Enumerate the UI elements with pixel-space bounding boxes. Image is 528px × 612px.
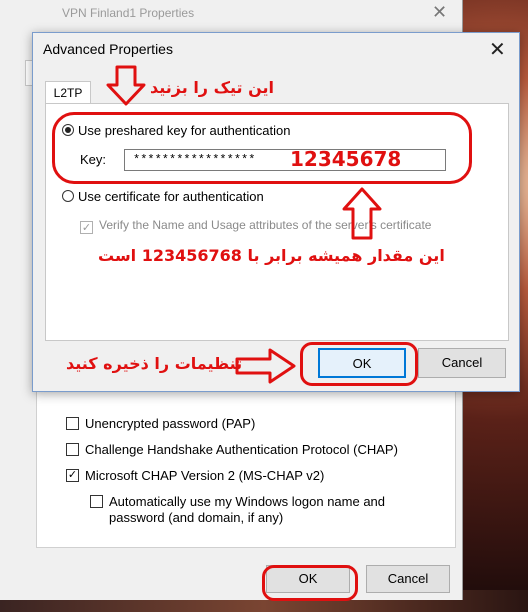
right-arrow-icon [235, 348, 296, 384]
chap-checkbox-row[interactable]: Challenge Handshake Authentication Proto… [66, 442, 398, 457]
auto-logon-checkbox[interactable] [90, 495, 103, 508]
back-ok-highlight [262, 565, 358, 601]
mschap-label: Microsoft CHAP Version 2 (MS-CHAP v2) [85, 468, 325, 483]
cancel-button[interactable]: Cancel [418, 348, 506, 378]
tick-instruction: این تیک را بزنید [150, 78, 274, 97]
ok-highlight [300, 342, 418, 386]
tab-l2tp[interactable]: L2TP [45, 81, 91, 104]
pap-checkbox-row[interactable]: Unencrypted password (PAP) [66, 416, 255, 431]
cert-radio-label: Use certificate for authentication [78, 189, 264, 204]
up-arrow-icon [342, 187, 382, 240]
pap-checkbox[interactable] [66, 417, 79, 430]
auto-logon-checkbox-row[interactable]: Automatically use my Windows logon name … [90, 494, 385, 526]
back-cancel-button[interactable]: Cancel [366, 565, 450, 593]
auto-logon-label-line2: password (and domain, if any) [109, 510, 284, 525]
psk-highlight [52, 112, 472, 184]
advanced-properties-title: Advanced Properties [43, 41, 173, 57]
pap-label: Unencrypted password (PAP) [85, 416, 256, 431]
verify-checkbox: ✓ [80, 221, 93, 234]
chap-label: Challenge Handshake Authentication Proto… [85, 442, 398, 457]
auto-logon-label-line1: Automatically use my Windows logon name … [109, 494, 386, 509]
mschap-checkbox[interactable]: ✓ [66, 469, 79, 482]
vpn-properties-title: VPN Finland1 Properties [62, 6, 195, 20]
value-note: این مقدار همیشه برابر با 123456768 است [98, 246, 445, 265]
save-instruction: تنظیمات را ذخیره کنید [66, 354, 243, 373]
cert-radio[interactable] [62, 190, 74, 202]
cert-radio-row[interactable]: Use certificate for authentication [62, 189, 264, 204]
close-icon[interactable]: ✕ [432, 2, 447, 23]
down-arrow-icon [106, 65, 146, 106]
auto-logon-label: Automatically use my Windows logon name … [109, 494, 385, 526]
mschap-checkbox-row[interactable]: ✓ Microsoft CHAP Version 2 (MS-CHAP v2) [66, 468, 324, 483]
chap-checkbox[interactable] [66, 443, 79, 456]
close-icon[interactable]: ✕ [489, 37, 506, 61]
